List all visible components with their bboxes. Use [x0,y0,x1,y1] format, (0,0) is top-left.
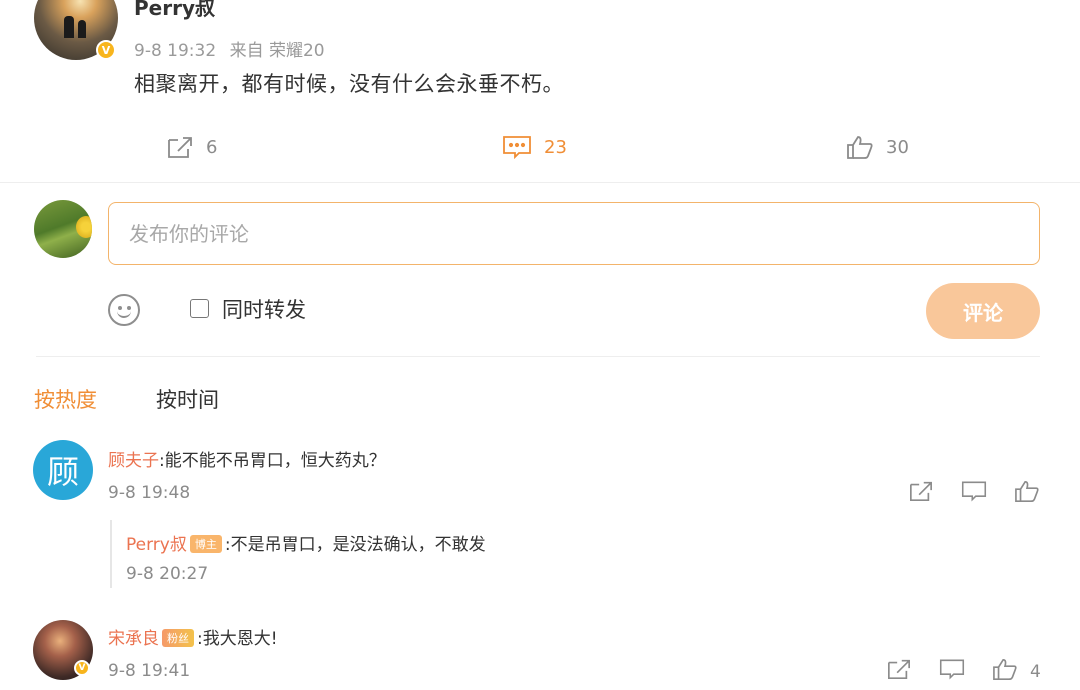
reply-time: 9-8 20:27 [126,564,209,584]
commenter-avatar[interactable]: 顾 [33,440,93,500]
emoji-mouth [117,310,131,318]
post-author-name[interactable]: Perry叔 [134,0,215,21]
comment-count: 23 [544,136,567,158]
post-time: 9-8 19:32 [134,41,217,61]
tab-sort-hot[interactable]: 按热度 [34,384,97,414]
comment-actions [908,479,1040,508]
comment-icon[interactable] [939,657,965,686]
verified-badge-icon: V [74,660,90,676]
post-meta: 9-8 19:32 来自 荣耀20 [134,36,333,61]
repost-checkbox[interactable] [190,299,209,318]
comment-icon[interactable] [961,479,987,508]
fan-tag-badge: 粉丝 [162,629,194,647]
current-user-avatar [34,200,92,258]
post-source: 来自 荣耀20 [229,41,325,61]
reply-text-line: Perry叔 博主:不是吊胃口，是没法确认，不敢发 [126,530,486,555]
author-tag-badge: 博主 [189,535,222,553]
share-icon[interactable] [886,657,912,686]
like-button[interactable]: 4 [992,657,1041,686]
comment-time: 9-8 19:48 [108,483,191,503]
comment-button[interactable]: 23 [502,134,567,160]
comment-input[interactable] [108,202,1040,265]
share-icon [166,134,194,160]
emoji-icon[interactable] [108,294,140,326]
like-count: 4 [1030,661,1041,682]
commenter-name[interactable]: 宋承良 [108,629,159,649]
comment-actions: 4 [886,657,1041,686]
share-count: 6 [206,136,218,158]
comment-icon [502,134,532,160]
comment-text: :能不能不吊胃口，恒大药丸？ [159,451,386,471]
like-icon[interactable] [1014,479,1040,508]
like-icon [992,657,1018,686]
share-button[interactable]: 6 [166,134,217,160]
commenter-name[interactable]: 顾夫子 [108,451,159,471]
comment-time: 9-8 19:41 [108,661,191,681]
verified-badge-icon: V [96,40,116,60]
reply-indent-bar [110,520,112,588]
reply-author-name[interactable]: Perry叔 [126,535,187,555]
like-count: 30 [886,136,909,158]
tab-sort-time[interactable]: 按时间 [156,384,219,414]
post-text: 相聚离开，都有时候，没有什么会永垂不朽。 [134,72,564,96]
repost-label[interactable]: 同时转发 [222,294,306,324]
divider [36,356,1040,357]
avatar-figure [64,16,74,38]
comment-text-line: 顾夫子:能不能不吊胃口，恒大药丸？ [108,446,386,471]
share-icon[interactable] [908,479,934,508]
submit-comment-button[interactable]: 评论 [926,283,1040,339]
avatar-figure [78,20,86,38]
like-icon [846,134,874,160]
comment-text: :我大恩大! [197,629,278,649]
comment-text-line: 宋承良 粉丝:我大恩大! [108,624,278,649]
like-button[interactable]: 30 [846,134,909,160]
divider [0,182,1080,183]
reply-text: :不是吊胃口，是没法确认，不敢发 [224,535,486,555]
